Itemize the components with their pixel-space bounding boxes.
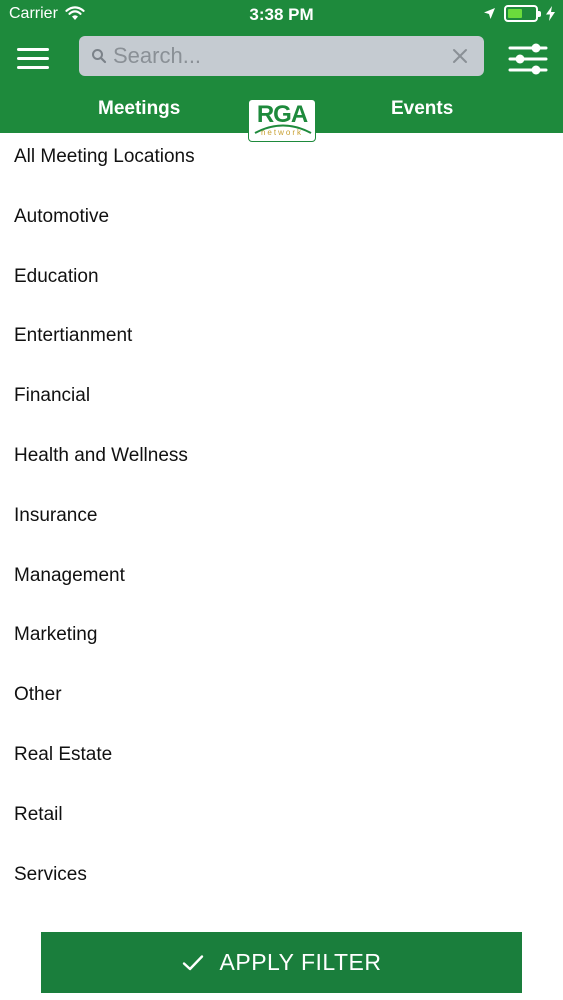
battery-fill: [508, 9, 523, 18]
tab-events[interactable]: Events: [391, 98, 453, 120]
checkmark-icon: [182, 954, 203, 970]
status-time: 3:38 PM: [249, 5, 314, 24]
list-item-real-estate[interactable]: Real Estate: [0, 731, 563, 791]
apply-filter-button[interactable]: APPLY FILTER: [41, 932, 522, 993]
search-box[interactable]: [79, 36, 484, 76]
charging-bolt-icon: [546, 6, 555, 21]
category-list: All Meeting Locations Automotive Educati…: [0, 133, 563, 910]
list-item-automotive[interactable]: Automotive: [0, 193, 563, 253]
list-item-insurance[interactable]: Insurance: [0, 492, 563, 552]
hamburger-icon-line: [17, 57, 49, 60]
filter-sliders-icon[interactable]: [508, 42, 548, 76]
list-item-education[interactable]: Education: [0, 253, 563, 313]
status-right: [483, 5, 555, 22]
list-item-retail[interactable]: Retail: [0, 791, 563, 851]
list-item-financial[interactable]: Financial: [0, 372, 563, 432]
list-item-management[interactable]: Management: [0, 552, 563, 612]
search-input[interactable]: [113, 41, 443, 71]
battery-indicator: [504, 5, 541, 22]
list-item-health-and-wellness[interactable]: Health and Wellness: [0, 432, 563, 492]
list-item-all-meeting-locations[interactable]: All Meeting Locations: [0, 133, 563, 193]
apply-filter-label: APPLY FILTER: [219, 949, 382, 975]
search-icon: [92, 49, 107, 64]
location-arrow-icon: [484, 8, 495, 19]
list-item-marketing[interactable]: Marketing: [0, 611, 563, 671]
status-bar: Carrier 3:38 PM: [0, 0, 563, 30]
menu-button[interactable]: [16, 44, 52, 72]
list-item-entertainment[interactable]: Entertianment: [0, 312, 563, 372]
close-icon[interactable]: [450, 46, 470, 66]
hamburger-icon-line: [17, 48, 49, 51]
list-item-services[interactable]: Services: [0, 851, 563, 911]
list-item-other[interactable]: Other: [0, 671, 563, 731]
hamburger-icon-line: [17, 66, 49, 69]
tab-meetings[interactable]: Meetings: [98, 98, 180, 120]
